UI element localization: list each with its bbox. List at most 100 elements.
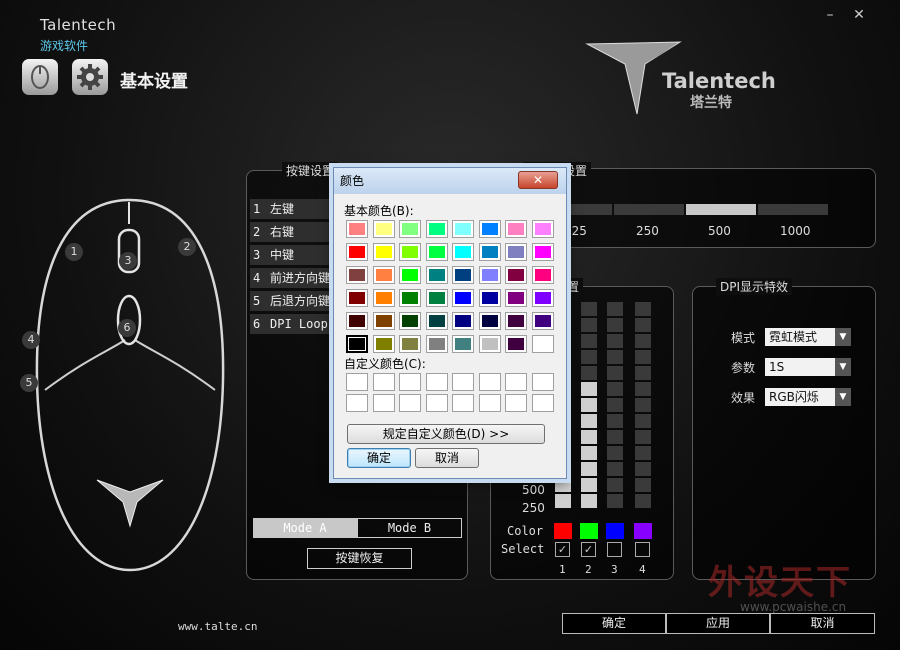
dpi-level-block[interactable] [581,334,597,348]
key-row-2[interactable]: 2 右键 [250,222,336,242]
basic-color-swatch[interactable] [399,289,421,307]
basic-color-swatch[interactable] [505,312,527,330]
basic-color-swatch[interactable] [372,243,395,261]
custom-color-swatch[interactable] [452,373,474,391]
basic-color-swatch[interactable] [531,335,554,353]
dpi-level-block[interactable] [635,334,651,348]
dpi-level-block[interactable] [607,494,623,508]
basic-color-swatch[interactable] [346,266,368,284]
dpi-level-block[interactable] [607,334,623,348]
cancel-button[interactable]: 取消 [770,613,875,634]
custom-color-swatch[interactable] [372,394,395,412]
basic-color-swatch[interactable] [531,312,554,330]
dpi-level-block[interactable] [555,494,571,508]
dpi-level-block[interactable] [635,446,651,460]
dpi-select-checkbox[interactable]: ✓ [555,542,570,557]
dpi-level-block[interactable] [581,446,597,460]
dpi-select-checkbox[interactable] [635,542,650,557]
custom-color-swatch[interactable] [346,373,368,391]
dpi-level-block[interactable] [635,478,651,492]
basic-color-swatch[interactable] [425,243,448,261]
dpi-level-block[interactable] [581,302,597,316]
dpi-level-block[interactable] [581,318,597,332]
dpi-level-block[interactable] [635,302,651,316]
dpi-level-block[interactable] [635,494,651,508]
basic-color-swatch[interactable] [425,335,448,353]
basic-color-swatch[interactable] [505,335,527,353]
basic-color-swatch[interactable] [452,289,474,307]
custom-color-swatch[interactable] [425,394,448,412]
report-rate-segment[interactable] [758,204,828,215]
dpi-select-checkbox[interactable] [607,542,622,557]
gear-icon[interactable] [72,59,108,95]
dpi-level-block[interactable] [607,382,623,396]
basic-color-swatch[interactable] [425,220,448,238]
dialog-ok-button[interactable]: 确定 [347,448,411,468]
mode-a-button[interactable]: Mode A [253,518,357,538]
basic-color-swatch[interactable] [478,312,501,330]
dpi-color-swatch[interactable] [634,523,652,539]
basic-color-swatch[interactable] [372,289,395,307]
basic-color-swatch[interactable] [372,335,395,353]
dpi-level-block[interactable] [581,366,597,380]
custom-color-swatch[interactable] [531,373,554,391]
dpi-level-block[interactable] [607,302,623,316]
dpi-level-block[interactable] [581,414,597,428]
dpi-level-block[interactable] [607,366,623,380]
custom-color-swatch[interactable] [399,394,421,412]
mode-select[interactable]: 霓虹模式 ▼ [765,328,851,346]
dpi-level-block[interactable] [635,350,651,364]
basic-color-swatch[interactable] [478,220,501,238]
basic-color-swatch[interactable] [505,266,527,284]
dpi-level-block[interactable] [635,430,651,444]
basic-color-swatch[interactable] [346,243,368,261]
basic-color-swatch[interactable] [452,335,474,353]
dpi-level-block[interactable] [635,318,651,332]
basic-color-swatch[interactable] [478,289,501,307]
custom-color-swatch[interactable] [505,394,527,412]
apply-button[interactable]: 应用 [666,613,770,634]
dpi-level-block[interactable] [635,462,651,476]
restore-keys-button[interactable]: 按键恢复 [307,548,412,569]
ok-button[interactable]: 确定 [562,613,666,634]
dpi-color-swatch[interactable] [606,523,624,539]
website-link[interactable]: www.talte.cn [178,620,257,633]
basic-color-swatch[interactable] [478,266,501,284]
dpi-level-block[interactable] [607,318,623,332]
dpi-level-block[interactable] [581,398,597,412]
close-icon[interactable]: ✕ [518,171,558,189]
basic-color-swatch[interactable] [346,312,368,330]
basic-color-swatch[interactable] [505,243,527,261]
basic-color-swatch[interactable] [505,220,527,238]
basic-color-swatch[interactable] [399,335,421,353]
basic-color-swatch[interactable] [452,266,474,284]
dpi-level-block[interactable] [607,462,623,476]
basic-color-swatch[interactable] [452,220,474,238]
custom-color-swatch[interactable] [531,394,554,412]
basic-color-swatch[interactable] [399,312,421,330]
dpi-color-swatch[interactable] [554,523,572,539]
dpi-color-swatch[interactable] [580,523,598,539]
effect-select[interactable]: RGB闪烁 ▼ [765,388,851,406]
dpi-level-block[interactable] [607,398,623,412]
key-row-3[interactable]: 3 中键 [250,245,336,265]
basic-color-swatch[interactable] [346,335,368,353]
custom-color-swatch[interactable] [478,373,501,391]
basic-color-swatch[interactable] [399,243,421,261]
dpi-select-checkbox[interactable]: ✓ [581,542,596,557]
report-rate-segment[interactable] [686,204,756,215]
dpi-level-block[interactable] [581,350,597,364]
mouse-icon[interactable] [22,59,58,95]
dpi-level-block[interactable] [607,350,623,364]
basic-color-swatch[interactable] [425,312,448,330]
custom-color-swatch[interactable] [399,373,421,391]
dialog-cancel-button[interactable]: 取消 [415,448,479,468]
basic-color-swatch[interactable] [399,266,421,284]
dpi-level-block[interactable] [635,366,651,380]
basic-color-swatch[interactable] [372,220,395,238]
basic-color-swatch[interactable] [452,243,474,261]
basic-color-swatch[interactable] [531,266,554,284]
basic-color-swatch[interactable] [531,243,554,261]
basic-color-swatch[interactable] [531,289,554,307]
key-row-6[interactable]: 6 DPI Loop [250,314,336,334]
